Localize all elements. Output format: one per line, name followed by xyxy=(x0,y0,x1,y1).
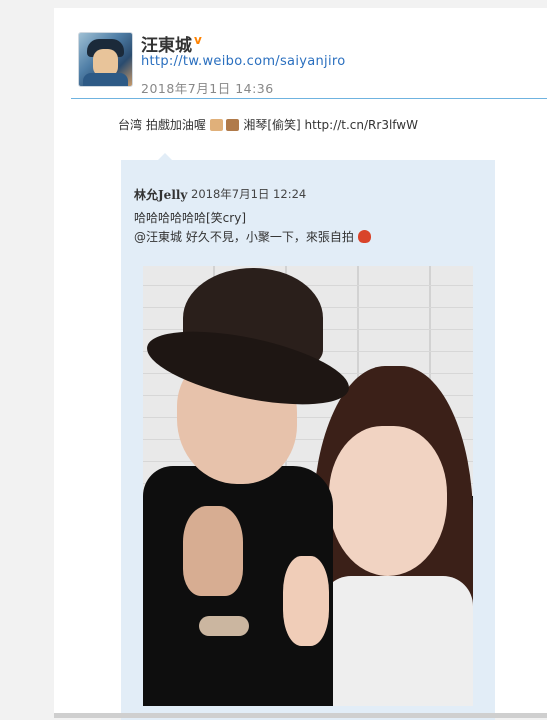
post-user-name[interactable]: 汪東城 xyxy=(141,31,192,56)
selfie-photo[interactable] xyxy=(143,266,473,706)
chili-icon xyxy=(357,230,371,243)
box-icon xyxy=(226,119,240,131)
woman-hand-peace-sign xyxy=(283,556,329,646)
profile-link[interactable]: http://tw.weibo.com/saiyanjiro xyxy=(141,54,345,69)
repost-time[interactable]: 2018年7月1日 12:24 xyxy=(191,186,306,202)
post-text: 台湾 拍戲加油喔 湘琴[偷笑] http://t.cn/Rr3lfwW xyxy=(118,116,418,133)
repost-text-line2: @汪東城 好久不見，小聚一下，來張自拍 xyxy=(134,228,371,245)
man-hand-peace-sign xyxy=(183,506,243,596)
post-text-part1: 台湾 拍戲加油喔 xyxy=(118,118,206,132)
weibo-post-card: 汪東城 v http://tw.weibo.com/saiyanjiro 201… xyxy=(54,8,547,720)
flexed-biceps-icon xyxy=(209,119,223,131)
woman-face xyxy=(329,426,447,576)
bottom-scroll-strip[interactable] xyxy=(54,713,547,718)
user-avatar[interactable] xyxy=(78,32,133,87)
divider xyxy=(71,98,547,99)
repost-arrow xyxy=(158,153,172,160)
post-short-link[interactable]: http://t.cn/Rr3lfwW xyxy=(305,118,418,132)
man-bracelet xyxy=(199,616,249,636)
repost-user-name[interactable]: 林允Jelly xyxy=(134,186,187,203)
repost-box: 林允Jelly 2018年7月1日 12:24 哈哈哈哈哈哈[笑cry] @汪東… xyxy=(121,153,495,720)
woman-top xyxy=(321,576,473,706)
verified-icon: v xyxy=(194,33,202,47)
repost-text-line1: 哈哈哈哈哈哈[笑cry] xyxy=(134,211,246,225)
post-text-part2: 湘琴[偷笑] xyxy=(243,118,301,132)
repost-text-line2-text: @汪東城 好久不見，小聚一下，來張自拍 xyxy=(134,230,354,244)
post-time[interactable]: 2018年7月1日 14:36 xyxy=(141,78,274,97)
